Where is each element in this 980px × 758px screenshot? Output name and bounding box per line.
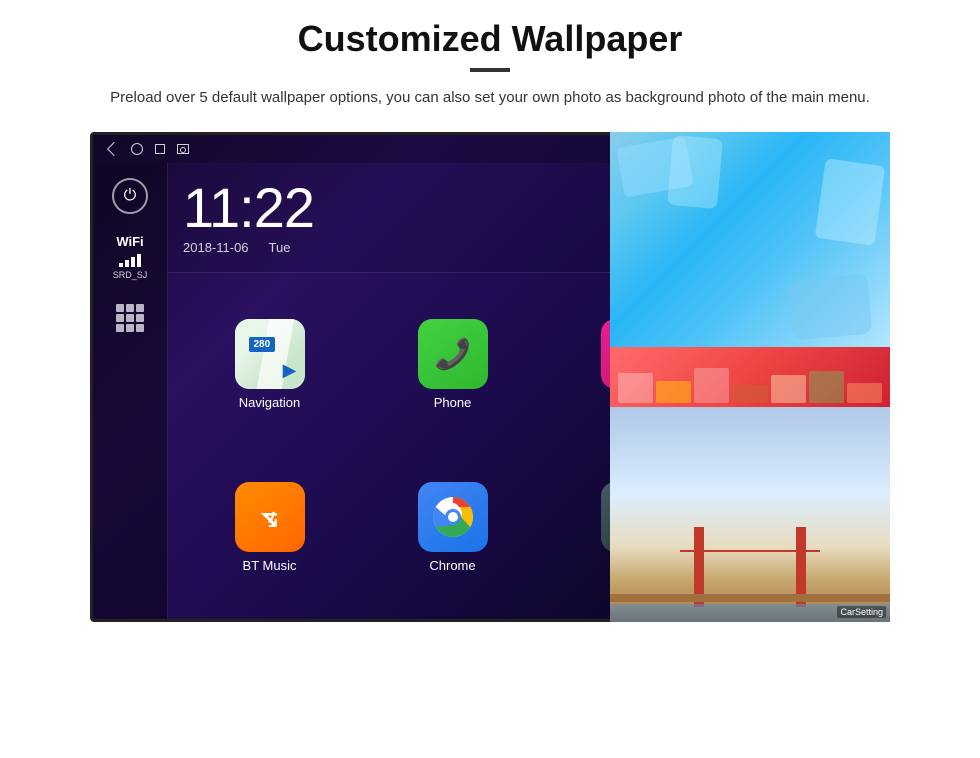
wallpaper-thumb-bookshelf[interactable]: [610, 347, 890, 407]
wifi-bar-4: [137, 254, 141, 267]
book-5: [771, 375, 806, 403]
page-wrapper: Customized Wallpaper Preload over 5 defa…: [0, 0, 980, 758]
app-chrome[interactable]: Chrome: [361, 446, 544, 609]
clock-date: 2018-11-06 Tue: [183, 240, 617, 255]
ice-wallpaper-bg: [610, 132, 890, 347]
chrome-icon: [418, 482, 488, 552]
nav-shield: 280: [249, 337, 276, 352]
page-title: Customized Wallpaper: [298, 18, 683, 60]
phone-symbol: 📞: [434, 337, 471, 372]
app-label-btmusic: BT Music: [243, 558, 297, 573]
nav-map-bg: 280 ▶: [235, 319, 305, 389]
home-nav-icon: [131, 143, 143, 155]
wallpaper-thumb-ice[interactable]: [610, 132, 890, 347]
app-navigation[interactable]: 280 ▶ Navigation: [178, 283, 361, 446]
wifi-bar-3: [131, 257, 135, 267]
bluetooth-symbol: ⦪: [262, 501, 278, 534]
bridge-road: [610, 594, 890, 602]
ice-decoration: [610, 132, 890, 347]
book-3: [694, 368, 729, 403]
app-label-chrome: Chrome: [429, 558, 475, 573]
wifi-label: WiFi: [113, 234, 148, 250]
status-bar-left: [105, 143, 189, 155]
title-divider: [470, 68, 510, 72]
photo-nav-icon: [177, 144, 189, 154]
grid-dot: [126, 314, 134, 322]
sidebar: ⏻ WiFi SRD_SJ: [93, 163, 168, 619]
carsetting-label: CarSetting: [837, 606, 886, 618]
grid-dot: [136, 314, 144, 322]
clock-day-value: Tue: [269, 240, 291, 255]
book-4: [732, 385, 767, 403]
page-description: Preload over 5 default wallpaper options…: [110, 86, 870, 110]
grid-dot: [126, 324, 134, 332]
apps-grid-button[interactable]: [112, 300, 148, 336]
wallpaper-thumb-bridge[interactable]: CarSetting: [610, 407, 890, 622]
app-btmusic[interactable]: ⦪ BT Music: [178, 446, 361, 609]
bridge-wallpaper-bg: CarSetting: [610, 407, 890, 622]
clock-time-area: 11:22 2018-11-06 Tue: [183, 180, 617, 255]
recent-nav-icon: [155, 144, 165, 154]
wifi-bar-2: [125, 260, 129, 267]
navigation-icon: 280 ▶: [235, 319, 305, 389]
app-phone[interactable]: 📞 Phone: [361, 283, 544, 446]
ice-block-3: [788, 274, 873, 341]
book-6: [809, 371, 844, 403]
grid-dot: [116, 324, 124, 332]
phone-icon: 📞: [418, 319, 488, 389]
clock-time: 11:22: [183, 180, 617, 236]
chrome-svg: [431, 495, 475, 539]
grid-dot: [116, 314, 124, 322]
book-1: [618, 373, 653, 403]
wifi-bars: [113, 253, 148, 267]
clock-date-value: 2018-11-06: [183, 240, 249, 255]
wallpaper-thumbnails: CarSetting: [610, 132, 890, 622]
app-label-phone: Phone: [434, 395, 472, 410]
grid-dot: [136, 304, 144, 312]
book-2: [656, 381, 691, 403]
nav-arrow-icon: ▶: [283, 360, 297, 381]
ice-block-4: [815, 158, 886, 246]
btmusic-icon: ⦪: [235, 482, 305, 552]
ice-block-2: [667, 135, 723, 209]
wifi-bar-1: [119, 263, 123, 267]
bridge-cable-main: [680, 550, 820, 552]
grid-dot: [126, 304, 134, 312]
android-screen-container: ● ▴ 11:22 ⏻ WiFi: [90, 132, 890, 622]
grid-dot: [136, 324, 144, 332]
bookshelf-wallpaper-bg: [610, 347, 890, 407]
back-nav-icon: [107, 142, 121, 156]
wifi-section: WiFi SRD_SJ: [113, 234, 148, 280]
grid-dot: [116, 304, 124, 312]
book-7: [847, 383, 882, 403]
power-button[interactable]: ⏻: [112, 178, 148, 214]
wifi-ssid: SRD_SJ: [113, 270, 148, 280]
app-label-navigation: Navigation: [239, 395, 300, 410]
